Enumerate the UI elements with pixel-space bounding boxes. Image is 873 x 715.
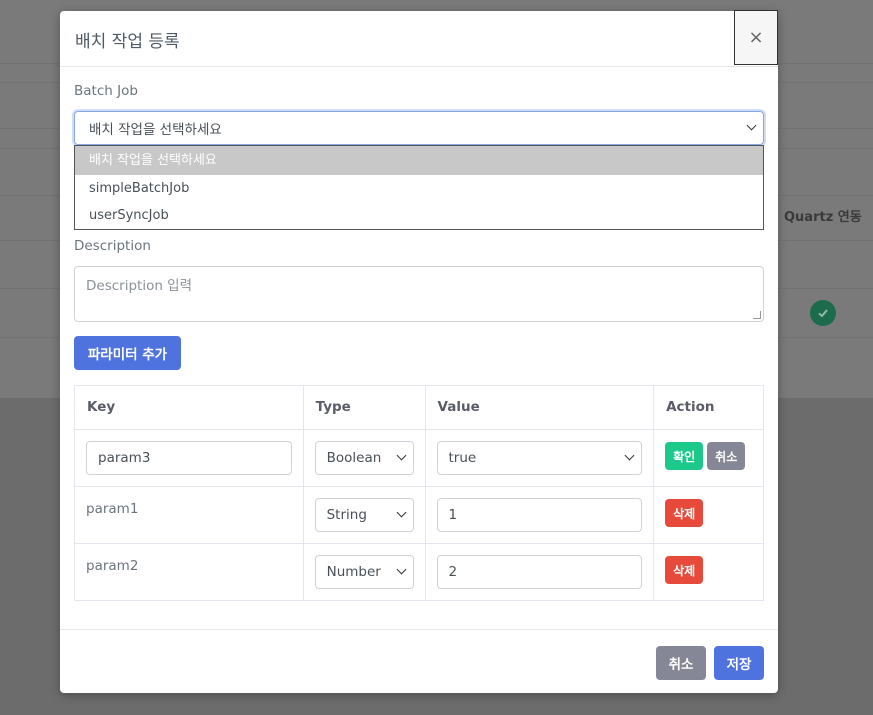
add-parameter-button[interactable]: 파라미터 추가 <box>74 336 181 370</box>
description-textarea[interactable]: Description 입력 <box>74 266 764 322</box>
action-cell: 확인 취소 <box>653 429 764 487</box>
type-select[interactable]: Number <box>314 555 414 589</box>
table-header-row: Key Type Value Action <box>74 385 764 430</box>
dropdown-option[interactable]: simpleBatchJob <box>75 175 763 202</box>
type-cell: Number <box>302 543 426 601</box>
cancel-row-button[interactable]: 취소 <box>707 442 746 470</box>
column-header-value: Value <box>424 385 655 430</box>
save-button[interactable]: 저장 <box>714 646 764 680</box>
table-row: param2 Number 2 삭제 <box>74 543 764 601</box>
batch-job-modal: 배치 작업 등록 × Batch Job 배치 작업을 선택하세요 배치 작업을… <box>60 10 778 693</box>
param-key: param2 <box>86 558 139 574</box>
type-select-value: Boolean <box>326 450 382 466</box>
description-placeholder: Description 입력 <box>86 278 193 294</box>
delete-button[interactable]: 삭제 <box>665 499 704 527</box>
action-cell: 삭제 <box>653 486 764 544</box>
modal-footer: 취소 저장 <box>60 629 778 693</box>
key-cell: param1 <box>74 486 304 544</box>
column-header-action: Action <box>653 385 764 430</box>
close-icon: × <box>748 27 764 48</box>
dropdown-option[interactable]: 배치 작업을 선택하세요 <box>75 146 763 175</box>
modal-header: 배치 작업 등록 × <box>60 10 778 67</box>
background-column-header: Quartz 연동 <box>784 210 862 225</box>
modal-title: 배치 작업 등록 <box>75 32 180 52</box>
type-select-value: Number <box>326 564 381 580</box>
check-circle-icon <box>810 300 836 326</box>
key-input-value: param3 <box>98 450 151 466</box>
chevron-down-icon <box>396 450 406 461</box>
params-table: Key Type Value Action param3 Boolean tru… <box>74 385 764 601</box>
type-select[interactable]: String <box>314 498 414 532</box>
batch-job-select[interactable]: 배치 작업을 선택하세요 <box>74 111 764 145</box>
key-input[interactable]: param3 <box>86 441 292 475</box>
delete-button[interactable]: 삭제 <box>665 556 704 584</box>
value-select-value: true <box>448 450 477 466</box>
close-button[interactable]: × <box>734 10 778 65</box>
type-cell: String <box>302 486 426 544</box>
column-header-type: Type <box>302 385 426 430</box>
table-row: param1 String 1 삭제 <box>74 486 764 544</box>
param-key: param1 <box>86 501 139 517</box>
value-input-value: 1 <box>448 507 458 523</box>
batch-job-dropdown: 배치 작업을 선택하세요 simpleBatchJob userSyncJob <box>74 145 764 230</box>
value-input-value: 2 <box>448 564 458 580</box>
key-cell: param3 <box>74 429 304 487</box>
column-header-key: Key <box>74 385 304 430</box>
description-label: Description <box>74 238 151 254</box>
value-cell: 1 <box>424 486 655 544</box>
resize-handle-icon[interactable] <box>753 311 761 319</box>
confirm-button[interactable]: 확인 <box>665 442 704 470</box>
type-cell: Boolean <box>302 429 426 487</box>
value-input[interactable]: 1 <box>436 498 643 532</box>
chevron-down-icon <box>396 564 406 575</box>
table-row-editing: param3 Boolean true 확인 취소 <box>74 429 764 487</box>
type-select-value: String <box>326 507 367 523</box>
type-select[interactable]: Boolean <box>314 441 414 475</box>
dropdown-option[interactable]: userSyncJob <box>75 202 763 229</box>
value-select[interactable]: true <box>436 441 643 475</box>
batch-job-label: Batch Job <box>74 83 138 99</box>
cancel-button[interactable]: 취소 <box>656 646 706 680</box>
chevron-down-icon <box>624 450 635 461</box>
value-cell: 2 <box>424 543 655 601</box>
chevron-down-icon <box>746 120 757 131</box>
batch-job-selected-value: 배치 작업을 선택하세요 <box>89 122 222 138</box>
key-cell: param2 <box>74 543 304 601</box>
value-cell: true <box>424 429 655 487</box>
chevron-down-icon <box>396 507 406 518</box>
action-cell: 삭제 <box>653 543 764 601</box>
value-input[interactable]: 2 <box>436 555 643 589</box>
